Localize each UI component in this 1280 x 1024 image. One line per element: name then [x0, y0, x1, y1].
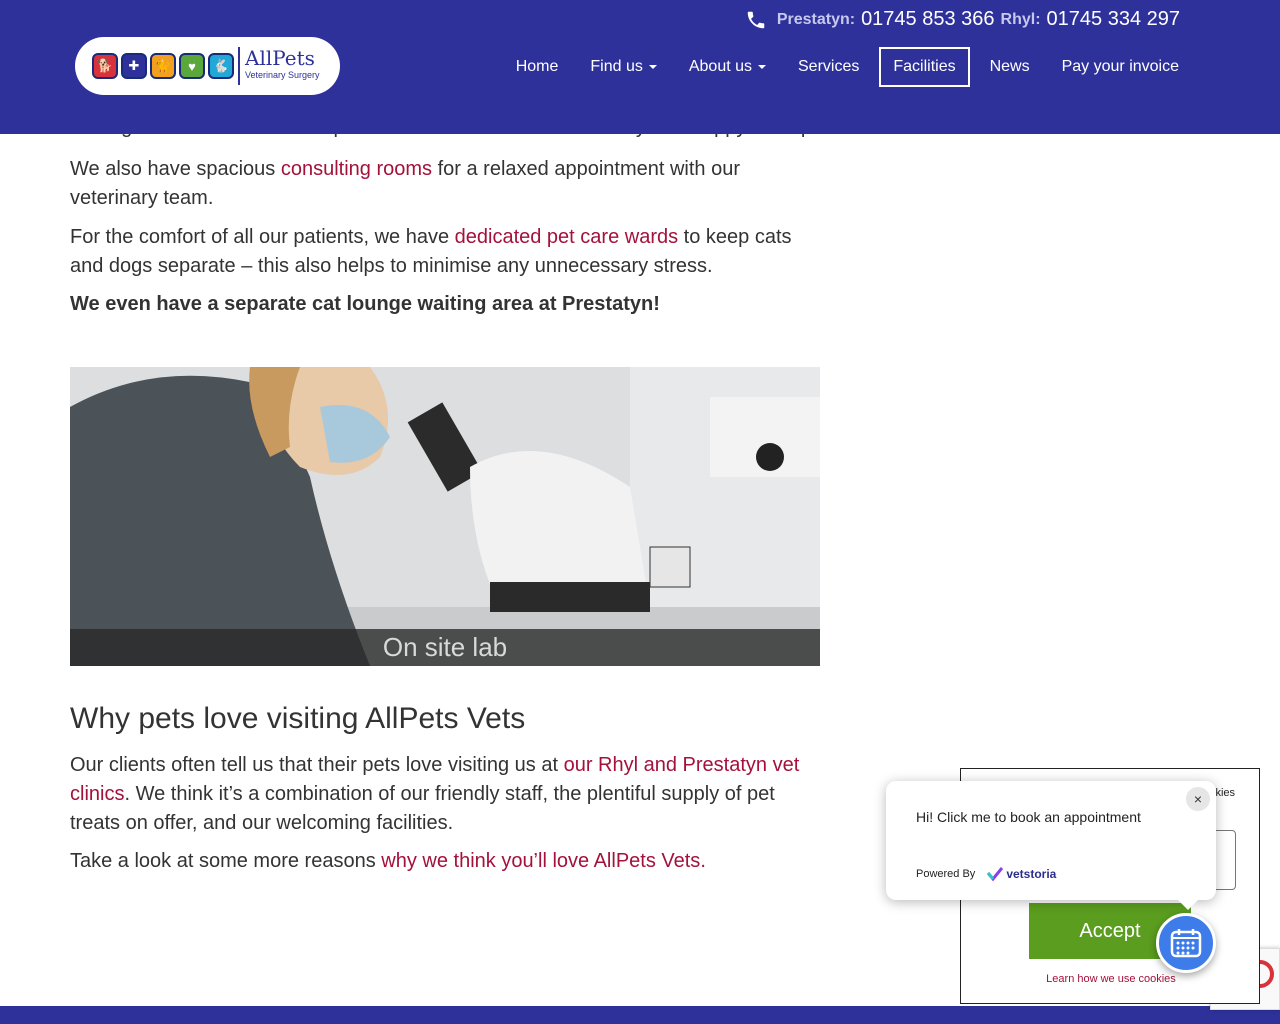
medical-kit-icon: ✚ — [121, 53, 147, 79]
nav-find-us[interactable]: Find us — [574, 47, 672, 87]
nav-label: News — [989, 58, 1030, 75]
logo-badges: 🐕 ✚ 🐈 ♥ 🐇 — [92, 53, 234, 79]
nav-home[interactable]: Home — [500, 47, 575, 87]
rabbit-icon: 🐇 — [208, 53, 234, 79]
reasons-paragraph: Take a look at some more reasons why we … — [70, 847, 820, 876]
clinics-paragraph: Our clients often tell us that their pet… — [70, 751, 820, 838]
close-icon[interactable]: × — [1186, 787, 1210, 811]
consulting-rooms-link[interactable]: consulting rooms — [281, 158, 432, 180]
dog-icon: 🐕 — [92, 53, 118, 79]
learn-cookies-link[interactable]: Learn how we use cookies — [961, 973, 1261, 985]
paragraph-text: Our clients often tell us that their pet… — [70, 754, 564, 776]
prestatyn-phone-link[interactable]: 01745 853 366 — [861, 8, 994, 31]
vetstoria-brand: vetstoria — [1006, 867, 1057, 881]
nav-news[interactable]: News — [974, 47, 1046, 87]
nav-label: Home — [515, 58, 559, 75]
nav-pay-invoice[interactable]: Pay your invoice — [1046, 47, 1195, 87]
reasons-link[interactable]: why we think you’ll love AllPets Vets — [381, 850, 700, 872]
section-heading: Why pets love visiting AllPets Vets — [70, 702, 526, 735]
paragraph-text: Take a look at some more reasons — [70, 850, 382, 872]
pet-care-wards-paragraph: For the comfort of all our patients, we … — [70, 223, 820, 281]
nav-about-us[interactable]: About us — [673, 47, 782, 87]
site-header: 🐕 ✚ 🐈 ♥ 🐇 AllPets Veterinary Surgery Pre… — [0, 0, 1280, 134]
logo-divider — [238, 47, 240, 85]
prestatyn-label: Prestatyn: — [776, 10, 856, 28]
pet-care-wards-link[interactable]: dedicated pet care wards — [455, 226, 678, 248]
cat-lounge-paragraph: We even have a separate cat lounge waiti… — [70, 293, 660, 315]
vetstoria-check-icon — [987, 867, 1004, 881]
popup-tail — [1178, 900, 1198, 910]
allpets-logo[interactable]: 🐕 ✚ 🐈 ♥ 🐇 AllPets Veterinary Surgery — [75, 37, 340, 95]
logo-subtitle: Veterinary Surgery — [245, 70, 320, 80]
cookie-text: kies — [1215, 787, 1235, 799]
lab-photo-illustration — [70, 367, 820, 666]
consulting-rooms-paragraph: We also have spacious consulting rooms f… — [70, 155, 820, 213]
nav-label: Services — [798, 58, 860, 75]
booking-calendar-button[interactable] — [1156, 913, 1216, 973]
nav-label: About us — [688, 58, 752, 75]
footer-strip — [0, 1006, 1280, 1024]
booking-popup[interactable]: × Hi! Click me to book an appointment Po… — [886, 781, 1216, 910]
caret-down-icon — [758, 65, 766, 69]
paragraph-text: . — [700, 850, 706, 872]
logo-brand: AllPets — [245, 46, 315, 70]
paragraph-text: For the comfort of all our patients, we … — [70, 226, 455, 248]
image-caption: On site lab — [70, 629, 820, 666]
vetstoria-logo: vetstoria — [987, 867, 1056, 881]
nav-label: Facilities — [893, 58, 956, 75]
cat-icon: 🐈 — [150, 53, 176, 79]
powered-by-label: Powered By — [916, 868, 976, 880]
main-nav: Home Find us About us Services Facilitie… — [500, 47, 1195, 87]
caret-down-icon — [648, 65, 657, 69]
calendar-icon — [1170, 929, 1202, 958]
bird-icon: ♥ — [179, 53, 205, 79]
nav-label: Find us — [590, 58, 643, 75]
phone-icon — [747, 11, 765, 28]
nav-label: Pay your invoice — [1061, 58, 1179, 75]
rhyl-label: Rhyl: — [1000, 10, 1041, 28]
nav-services[interactable]: Services — [782, 47, 875, 87]
powered-by: Powered By vetstoria — [916, 867, 1056, 881]
paragraph-text: We also have spacious — [70, 158, 281, 180]
phone-bar: Prestatyn: 01745 853 366 Rhyl: 01745 334… — [745, 8, 1180, 31]
paragraph-text: . We think it’s a combination of our fri… — [70, 783, 775, 834]
lab-image: On site lab — [70, 367, 820, 666]
rhyl-phone-link[interactable]: 01745 334 297 — [1047, 8, 1180, 31]
booking-message[interactable]: Hi! Click me to book an appointment — [916, 809, 1141, 825]
nav-facilities[interactable]: Facilities — [879, 47, 970, 87]
